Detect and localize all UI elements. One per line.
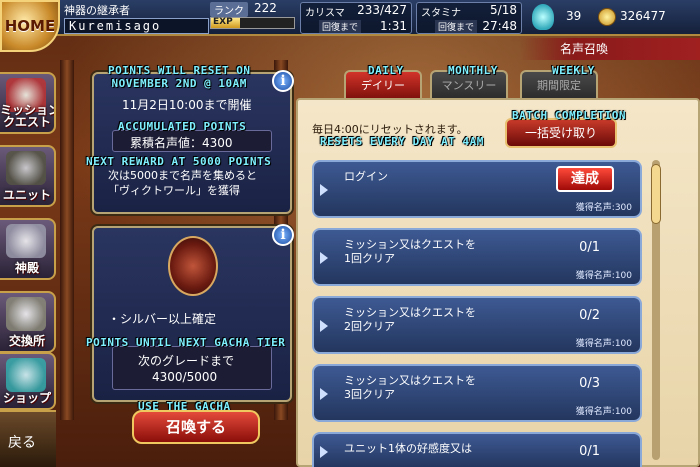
mission-reward: 獲得名声:300 (575, 203, 632, 213)
mission-progress: 0/2 (579, 308, 600, 323)
stamina-recover-label: 回復まで (435, 20, 478, 33)
nav-unit[interactable]: ユニット (0, 145, 56, 207)
charisma-recover-time: 1:31 (380, 19, 407, 33)
mission-row[interactable]: ユニット1体の好感度又は 0/1 (312, 432, 642, 467)
mission-row[interactable]: ミッション又はクエストを 2回クリア 0/2 獲得名声:100 (312, 296, 642, 354)
charisma-recover-label: 回復まで (319, 20, 362, 33)
mission-progress: 0/1 (579, 240, 600, 255)
next-grade-value: 4300/5000 (152, 370, 218, 384)
translation-note: POINTS WILL RESET ON NOVEMBER 2ND @ 10AM (108, 64, 251, 90)
player-title: 神器の継承者 (64, 4, 130, 17)
event-period: 11月2日10:00まで開催 (122, 98, 252, 112)
mission-title: ミッション又はクエストを 1回クリア (344, 238, 476, 265)
arrow-right-icon (320, 184, 328, 196)
mission-row[interactable]: ミッション又はクエストを 1回クリア 0/1 獲得名声:100 (312, 228, 642, 286)
next-reward-text: 次は5000まで名声を集めると 「ヴィクトワール」を獲得 (108, 169, 257, 197)
accumulated-fame: 累積名声値：4300 (130, 136, 233, 150)
crystal-icon (6, 358, 46, 392)
mission-reward: 獲得名声:100 (575, 407, 632, 417)
back-button[interactable]: 戻る (0, 410, 56, 467)
next-grade-label: 次のグレードまで (138, 354, 235, 368)
arrow-right-icon (320, 320, 328, 332)
rank-value: 222 (254, 1, 277, 15)
guarantee-text: ・シルバー以上確定 (108, 312, 217, 326)
mission-title: ミッション又はクエストを 3回クリア (344, 374, 476, 401)
gem-count: 39 (566, 9, 582, 23)
mission-row[interactable]: ミッション又はクエストを 3回クリア 0/3 獲得名声:100 (312, 364, 642, 422)
gold-count: 326477 (620, 9, 666, 23)
nav-label: 神殿 (14, 261, 39, 275)
fame-emblem-icon (168, 236, 218, 296)
goddess-icon (6, 224, 46, 258)
page-title: 名声召喚 (520, 38, 700, 60)
mission-title: ログイン (344, 170, 388, 183)
stamina-value: 5/18 (490, 3, 517, 17)
translation-note: RESETS EVERY DAY AT 4AM (320, 135, 484, 148)
nav-shop[interactable]: ショップ (0, 352, 56, 410)
translation-note: MONTHLY (448, 64, 498, 77)
info-icon[interactable]: i (272, 70, 294, 92)
mission-reward: 獲得名声:100 (575, 339, 632, 349)
arrow-right-icon (320, 446, 328, 458)
knight-icon (6, 151, 46, 185)
translation-note: BATCH COMPLETION (512, 109, 626, 122)
gold-coin-icon (598, 8, 616, 26)
stamina-label: スタミナ (421, 8, 461, 19)
nav-mission-quest[interactable]: ミッション クエスト (0, 72, 56, 134)
nav-label: ミッション クエスト (0, 103, 56, 129)
crystal-gem-icon (532, 4, 554, 30)
translation-note: POINTS UNTIL NEXT GACHA TIER (86, 336, 286, 349)
scales-icon (6, 297, 46, 331)
charisma-value: 233/427 (357, 3, 407, 17)
exp-bar: EXP (210, 17, 295, 29)
translation-note: ACCUMULATED POINTS (118, 120, 247, 133)
translation-note: DAILY (368, 64, 404, 77)
mission-title: ユニット1体の好感度又は (344, 442, 472, 455)
stamina-recover-time: 27:48 (482, 19, 517, 33)
summon-button[interactable]: 召喚する (132, 410, 260, 444)
arrow-right-icon (320, 252, 328, 264)
scrollbar-thumb[interactable] (651, 164, 661, 224)
nav-label: ショップ (2, 391, 51, 405)
translation-note: NEXT REWARD AT 5000 POINTS (86, 155, 272, 168)
player-name: Kuremisago (64, 18, 209, 34)
mission-progress: 0/1 (579, 444, 600, 459)
translation-note: WEEKLY (552, 64, 595, 77)
exp-label: EXP (213, 17, 233, 27)
info-icon[interactable]: i (272, 224, 294, 246)
mission-reward: 獲得名声:100 (575, 271, 632, 281)
nav-label: 交換所 (8, 334, 45, 348)
arrow-right-icon (320, 388, 328, 400)
rank-label: ランク (210, 2, 248, 17)
mission-row[interactable]: ログイン 達成 獲得名声:300 (312, 160, 642, 218)
mission-title: ミッション又はクエストを 2回クリア (344, 306, 476, 333)
batch-claim-button[interactable]: 一括受け取り (505, 118, 617, 148)
charisma-stat: カリスマ 233/427 回復まで 1:31 (300, 2, 412, 34)
charisma-label: カリスマ (305, 8, 345, 19)
nav-exchange[interactable]: 交換所 (0, 291, 56, 353)
nav-label: ユニット (2, 188, 51, 202)
achieved-badge[interactable]: 達成 (556, 166, 614, 192)
decor-pillar (60, 60, 74, 420)
mission-progress: 0/3 (579, 376, 600, 391)
stamina-stat: スタミナ 5/18 回復まで 27:48 (416, 2, 522, 34)
nav-temple[interactable]: 神殿 (0, 218, 56, 280)
